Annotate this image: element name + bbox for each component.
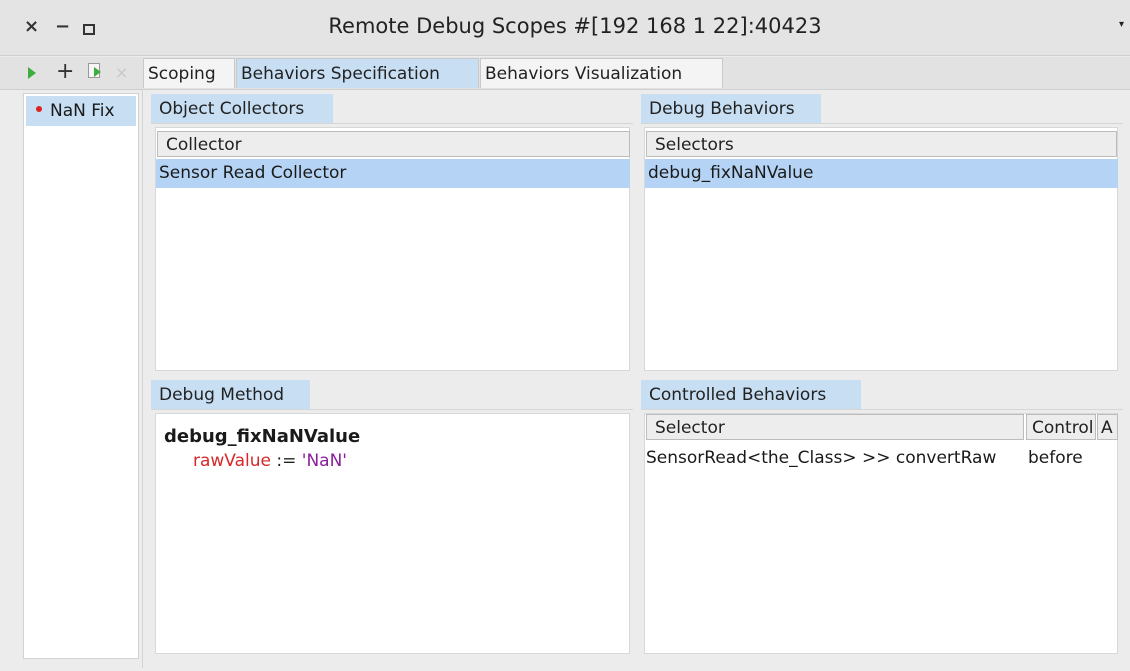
scope-item-nan-fix[interactable]: NaN Fix [26, 96, 136, 126]
controlled-behaviors-title: Controlled Behaviors [641, 380, 861, 410]
divider [151, 123, 633, 124]
divider [151, 409, 633, 410]
collector-row[interactable]: Sensor Read Collector [156, 159, 630, 188]
status-dot-icon [36, 106, 42, 112]
tab-scoping[interactable]: Scoping [143, 58, 235, 88]
divider [641, 409, 1123, 410]
collector-column-header[interactable]: Collector [157, 131, 630, 157]
controlled-control-cell[interactable]: before [1028, 448, 1116, 468]
remove-icon[interactable]: × [115, 63, 128, 82]
method-name: debug_fixNaNValue [164, 426, 361, 447]
scope-list: NaN Fix [23, 93, 139, 659]
divider [641, 123, 1123, 124]
code-operator: := [271, 451, 302, 471]
code-variable: rawValue [193, 451, 271, 471]
debug-method-editor[interactable] [155, 413, 630, 654]
add-icon[interactable]: + [56, 60, 74, 84]
window-title: Remote Debug Scopes #[192 168 1 22]:4042… [328, 14, 822, 38]
a-column-header[interactable]: A [1097, 414, 1118, 440]
scope-item-label: NaN Fix [50, 101, 115, 121]
controlled-selector-cell[interactable]: SensorRead<the_Class> >> convertRaw [646, 448, 1024, 468]
selector-row[interactable]: debug_fixNaNValue [645, 159, 1118, 188]
play-icon[interactable] [28, 67, 36, 79]
debug-behaviors-title: Debug Behaviors [641, 94, 821, 124]
code-line: rawValue := 'NaN' [193, 451, 347, 471]
tab-behaviors-specification[interactable]: Behaviors Specification [236, 58, 479, 88]
debug-method-title: Debug Method [151, 380, 310, 410]
selector-column-header[interactable]: Selector [646, 414, 1024, 440]
control-column-header[interactable]: Control [1026, 414, 1096, 440]
selectors-column-header[interactable]: Selectors [646, 131, 1117, 157]
object-collectors-title: Object Collectors [151, 94, 333, 124]
window-menu-icon[interactable]: ▾ [1119, 19, 1124, 30]
edit-document-icon[interactable] [88, 63, 101, 78]
title-bar: × − Remote Debug Scopes #[192 168 1 22]:… [0, 0, 1130, 56]
code-string: 'NaN' [301, 451, 347, 471]
tab-behaviors-visualization[interactable]: Behaviors Visualization [480, 58, 723, 88]
